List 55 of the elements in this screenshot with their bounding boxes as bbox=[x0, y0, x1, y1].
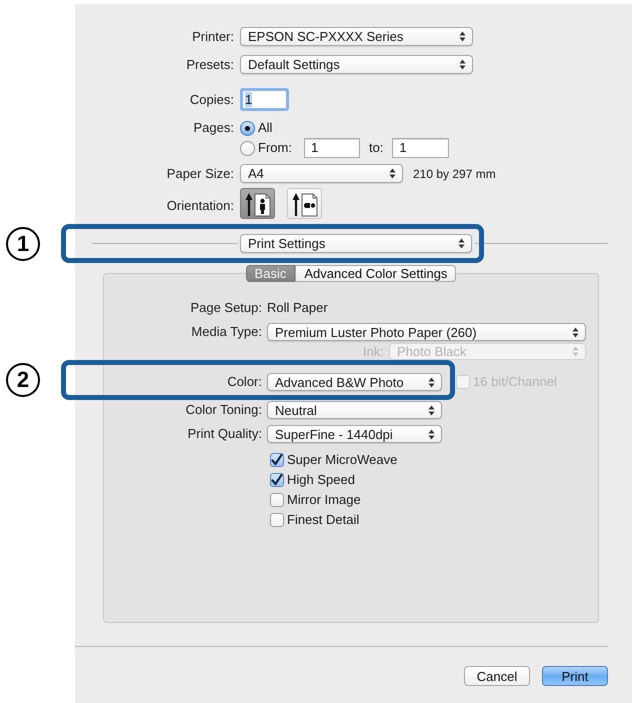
field-label: to: bbox=[368, 139, 384, 158]
field-label: Paper Size: bbox=[166, 164, 234, 183]
field-label: Printer: bbox=[191, 28, 234, 46]
step-number-badge: 2 bbox=[6, 363, 40, 397]
radio-label[interactable]: From: bbox=[258, 138, 292, 158]
presets-dropdown[interactable]: Default Settings bbox=[240, 55, 473, 74]
copies-field[interactable]: 1 bbox=[240, 88, 289, 111]
checkbox[interactable] bbox=[270, 493, 284, 507]
checkbox[interactable] bbox=[270, 513, 284, 527]
tab[interactable]: Advanced Color Settings bbox=[295, 265, 456, 282]
step-number-badge: 1 bbox=[6, 227, 40, 261]
checkmark-icon bbox=[271, 474, 283, 486]
updown-chevron-icon bbox=[459, 59, 466, 70]
printer-dropdown[interactable]: EPSON SC-PXXXX Series bbox=[240, 27, 473, 46]
field-label: Copies: bbox=[188, 90, 234, 109]
field-label: Print Quality: bbox=[186, 425, 262, 444]
paper-size-dropdown[interactable]: A4 bbox=[240, 164, 403, 183]
radio-button[interactable] bbox=[240, 120, 255, 136]
section-dropdown[interactable]: Print Settings bbox=[240, 234, 472, 253]
updown-chevron-icon bbox=[428, 428, 435, 440]
checkmark-icon bbox=[271, 454, 283, 466]
field-label: Color Toning: bbox=[184, 401, 262, 420]
color-dropdown[interactable]: Advanced B&W Photo bbox=[267, 373, 442, 391]
field-label: Orientation: bbox=[166, 196, 234, 214]
updown-chevron-icon bbox=[428, 404, 435, 416]
color-toning-dropdown[interactable]: Neutral bbox=[267, 401, 442, 419]
checkbox[interactable] bbox=[270, 473, 284, 487]
updown-chevron-icon bbox=[572, 326, 579, 338]
updown-chevron-icon bbox=[389, 168, 396, 179]
updown-chevron-icon bbox=[572, 346, 579, 357]
field-label: Page Setup: bbox=[189, 299, 262, 318]
field-label: Presets: bbox=[185, 56, 234, 74]
field-label: Pages: bbox=[192, 119, 234, 138]
checkbox-label[interactable]: Super MicroWeave bbox=[287, 450, 398, 470]
updown-chevron-icon bbox=[459, 31, 466, 42]
checkbox-label[interactable]: High Speed bbox=[287, 470, 355, 490]
field-label: Media Type: bbox=[190, 323, 262, 342]
page-to-field[interactable]: 1 bbox=[392, 138, 450, 158]
radio-label[interactable]: All bbox=[258, 118, 272, 138]
paper-dimensions-text: 210 by 297 mm bbox=[413, 166, 496, 182]
checkbox-label[interactable]: Mirror Image bbox=[287, 490, 361, 510]
page-from-field[interactable]: 1 bbox=[304, 138, 360, 158]
radio-button[interactable] bbox=[240, 140, 255, 156]
landscape-orientation-button[interactable] bbox=[287, 188, 322, 219]
media-type-dropdown[interactable]: Premium Luster Photo Paper (260) bbox=[267, 323, 586, 341]
print-quality-dropdown[interactable]: SuperFine - 1440dpi bbox=[267, 425, 442, 443]
field-value: Roll Paper bbox=[267, 299, 328, 318]
updown-chevron-icon bbox=[458, 238, 465, 249]
print-button[interactable]: Print bbox=[542, 666, 608, 686]
field-label: Color: bbox=[226, 373, 262, 392]
checkbox[interactable] bbox=[270, 453, 284, 467]
checkbox-label[interactable]: Finest Detail bbox=[287, 510, 360, 530]
portrait-orientation-button[interactable] bbox=[240, 188, 275, 219]
cancel-button[interactable]: Cancel bbox=[464, 666, 530, 686]
updown-chevron-icon bbox=[428, 376, 435, 388]
